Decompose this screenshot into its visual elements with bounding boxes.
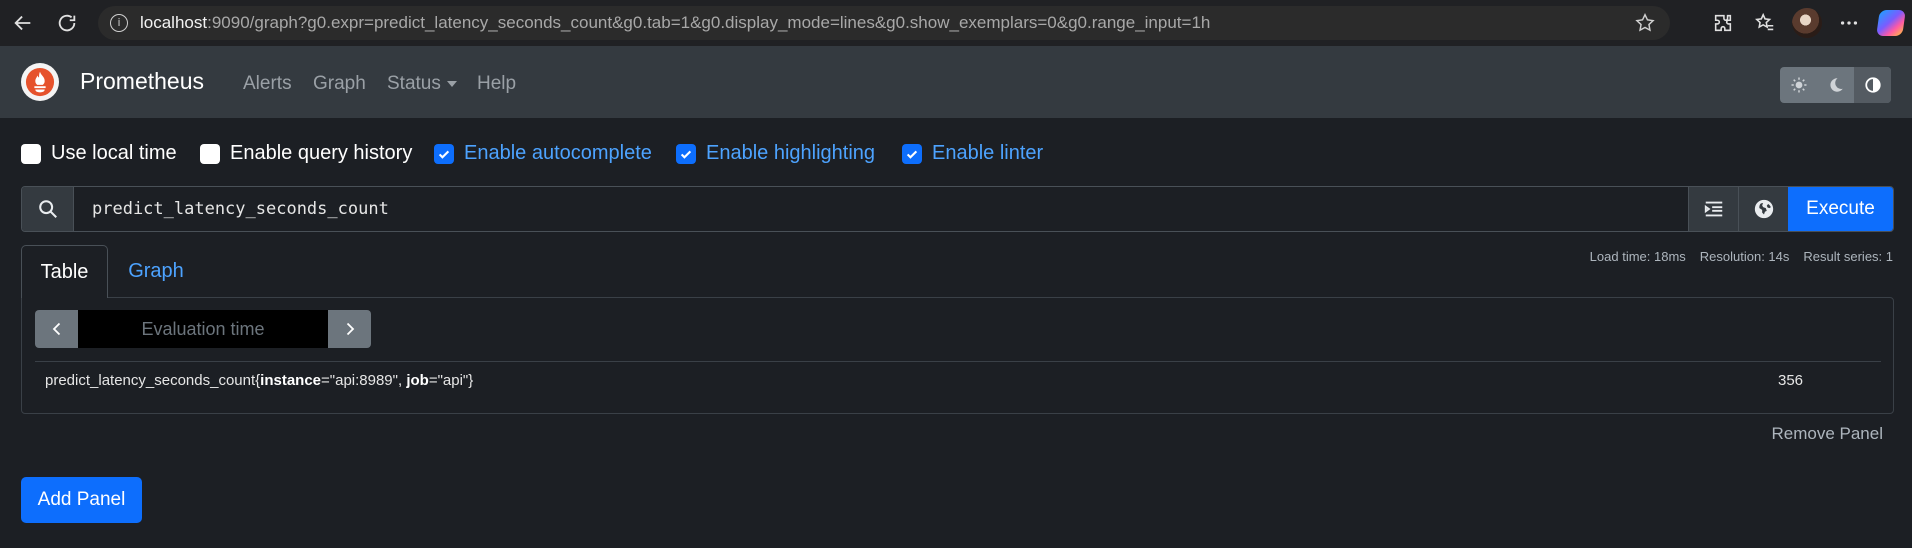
extensions-icon	[1714, 14, 1732, 32]
tab-graph[interactable]: Graph	[108, 245, 204, 298]
linter-label: Enable linter	[932, 142, 1044, 164]
brand-title[interactable]: Prometheus	[80, 68, 204, 95]
chevron-right-icon	[346, 322, 354, 336]
remove-panel-link[interactable]: Remove Panel	[1771, 424, 1883, 444]
indent-format-icon	[1704, 201, 1722, 217]
profile-button[interactable]	[1786, 2, 1828, 44]
browser-theme-button[interactable]	[1854, 67, 1891, 103]
browser-toolbar: i localhost:9090/graph?g0.expr=predict_l…	[0, 0, 1912, 46]
table-row: predict_latency_seconds_count{instance="…	[35, 361, 1881, 399]
caret-down-icon	[446, 81, 457, 87]
theme-switcher	[1780, 67, 1891, 103]
moon-icon	[1829, 78, 1843, 92]
nav-alerts[interactable]: Alerts	[243, 73, 292, 95]
execute-button[interactable]: Execute	[1788, 187, 1893, 231]
checkmark-icon	[906, 150, 918, 159]
favorites-button[interactable]	[1744, 2, 1786, 44]
series-value: 356	[1778, 372, 1804, 389]
copilot-icon	[1876, 10, 1906, 36]
nav-graph[interactable]: Graph	[313, 73, 366, 95]
series-labels: predict_latency_seconds_count{instance="…	[45, 372, 474, 389]
sun-icon	[1791, 77, 1806, 93]
search-addon	[22, 187, 74, 231]
back-button[interactable]	[3, 3, 43, 43]
nav-help[interactable]: Help	[477, 73, 516, 95]
dark-theme-button[interactable]	[1817, 67, 1854, 103]
reload-button[interactable]	[47, 3, 87, 43]
more-menu-button[interactable]	[1828, 2, 1870, 44]
linter-checkbox[interactable]	[902, 143, 922, 164]
nav-status-label: Status	[387, 73, 441, 94]
favorites-list-icon	[1755, 12, 1774, 31]
local-time-label: Use local time	[51, 142, 177, 164]
chevron-left-icon	[52, 322, 60, 336]
nav-status-dropdown[interactable]: Status	[387, 73, 457, 95]
local-time-checkbox[interactable]	[21, 143, 41, 164]
add-panel-button[interactable]: Add Panel	[21, 477, 142, 523]
flame-icon	[25, 67, 55, 97]
highlighting-label: Enable highlighting	[706, 142, 876, 164]
option-query-history[interactable]: Enable query history	[200, 142, 412, 165]
address-bar[interactable]: i localhost:9090/graph?g0.expr=predict_l…	[98, 6, 1670, 40]
evaluation-time-input[interactable]: Evaluation time	[78, 310, 328, 348]
extensions-button[interactable]	[1702, 2, 1744, 44]
site-info-icon[interactable]: i	[110, 14, 128, 32]
query-stats: Load time: 18ms Resolution: 14s Result s…	[1590, 249, 1893, 264]
half-circle-icon	[1864, 77, 1881, 93]
reload-icon	[58, 14, 76, 32]
profile-avatar	[1792, 8, 1822, 38]
eval-time-forward-button[interactable]	[328, 310, 371, 348]
copilot-button[interactable]	[1870, 2, 1912, 44]
expression-input-group: predict_latency_seconds_count Execute	[21, 186, 1894, 232]
tab-table[interactable]: Table	[21, 245, 108, 298]
browser-actions	[1702, 0, 1912, 46]
table-panel: Evaluation time predict_latency_seconds_…	[21, 297, 1894, 414]
more-dots-icon	[1840, 21, 1858, 25]
highlighting-checkbox[interactable]	[676, 143, 696, 164]
globe-icon	[1754, 199, 1773, 219]
prometheus-logo-icon[interactable]	[21, 63, 59, 101]
option-linter[interactable]: Enable linter	[902, 142, 1043, 165]
format-expression-button[interactable]	[1688, 187, 1738, 231]
checkmark-icon	[438, 150, 450, 159]
query-history-checkbox[interactable]	[200, 143, 220, 164]
url-text: localhost:9090/graph?g0.expr=predict_lat…	[140, 13, 1211, 32]
option-highlighting[interactable]: Enable highlighting	[676, 142, 875, 165]
favorite-star-icon[interactable]	[1634, 12, 1656, 34]
search-icon	[38, 200, 57, 218]
app-navbar: Prometheus Alerts Graph Status Help	[0, 46, 1912, 118]
autocomplete-label: Enable autocomplete	[464, 142, 652, 164]
metrics-explorer-button[interactable]	[1738, 187, 1788, 231]
eval-time-back-button[interactable]	[35, 310, 78, 348]
resolution: Resolution: 14s	[1699, 249, 1790, 264]
light-theme-button[interactable]	[1780, 67, 1817, 103]
option-autocomplete[interactable]: Enable autocomplete	[434, 142, 652, 165]
query-history-label: Enable query history	[230, 142, 413, 164]
option-local-time[interactable]: Use local time	[21, 142, 177, 165]
checkmark-icon	[680, 150, 692, 159]
load-time: Load time: 18ms	[1589, 249, 1686, 264]
expression-input[interactable]: predict_latency_seconds_count	[74, 187, 1688, 231]
result-series: Result series: 1	[1803, 249, 1893, 264]
autocomplete-checkbox[interactable]	[434, 143, 454, 164]
evaluation-time-picker: Evaluation time	[35, 310, 371, 348]
back-arrow-icon	[14, 15, 31, 31]
